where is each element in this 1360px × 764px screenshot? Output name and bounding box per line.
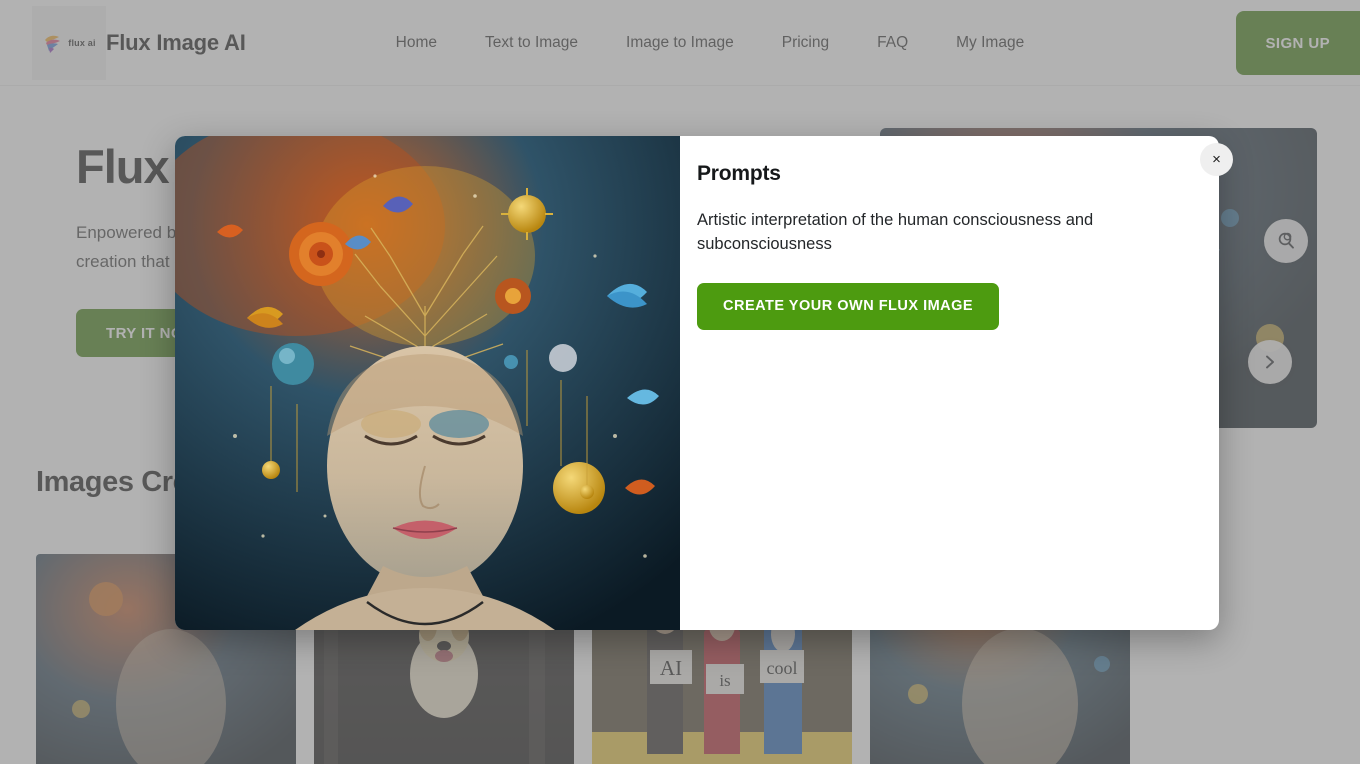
- close-icon[interactable]: ×: [1200, 143, 1233, 176]
- prompts-modal: Prompts Artistic interpretation of the h…: [175, 136, 1233, 630]
- modal-prompt-text: Artistic interpretation of the human con…: [697, 211, 1094, 254]
- app-root: flux ai Flux Image AI Home Text to Image…: [0, 0, 1360, 764]
- modal-artwork-svg: [175, 136, 680, 630]
- create-own-flux-image-button[interactable]: CREATE YOUR OWN FLUX IMAGE: [697, 282, 1000, 330]
- modal-title: Prompts: [697, 162, 781, 185]
- modal-artwork: [175, 136, 680, 630]
- modal-body: Prompts Artistic interpretation of the h…: [680, 136, 1233, 630]
